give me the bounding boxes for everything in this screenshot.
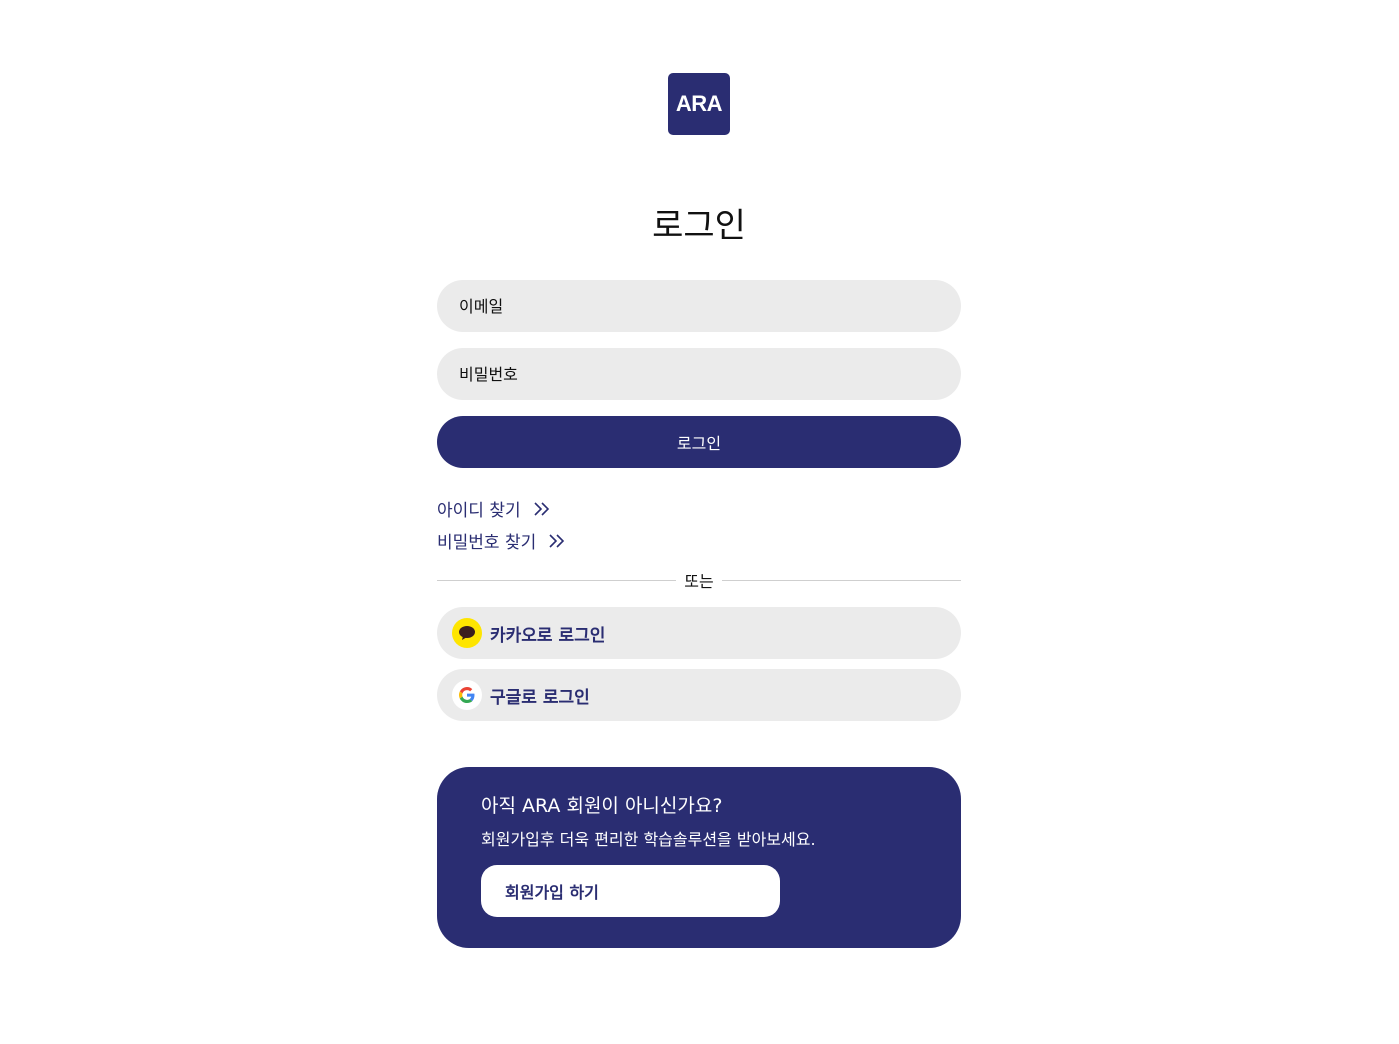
login-page: ARA 로그인 로그인 아이디 찾기 비밀번호 찾기 또는 카카오로 로그인	[0, 0, 1399, 1044]
signup-subtext: 회원가입후 더욱 편리한 학습솔루션을 받아보세요.	[481, 830, 816, 849]
signup-button[interactable]: 회원가입 하기	[481, 865, 780, 917]
google-login-button[interactable]: 구글로 로그인	[437, 669, 961, 721]
email-input[interactable]	[437, 280, 961, 332]
find-id-label: 아이디 찾기	[437, 501, 521, 521]
divider-line-left	[437, 579, 677, 581]
divider-line-right	[721, 579, 962, 581]
find-password-link[interactable]: 비밀번호 찾기	[437, 528, 566, 553]
password-input[interactable]	[437, 348, 961, 400]
ara-logo[interactable]: ARA	[668, 73, 730, 135]
divider-label: 또는	[684, 572, 714, 591]
kakao-icon	[452, 618, 482, 648]
google-login-label: 구글로 로그인	[490, 687, 590, 708]
find-password-label: 비밀번호 찾기	[437, 533, 537, 553]
login-button-label: 로그인	[676, 434, 722, 453]
double-chevron-right-icon	[534, 501, 549, 516]
find-id-link[interactable]: 아이디 찾기	[437, 496, 551, 521]
page-title: 로그인	[652, 206, 746, 246]
signup-heading: 아직 ARA 회원이 아니신가요?	[481, 795, 723, 817]
signup-promo-card: 아직 ARA 회원이 아니신가요? 회원가입후 더욱 편리한 학습솔루션을 받아…	[437, 767, 961, 948]
kakao-login-button[interactable]: 카카오로 로그인	[437, 607, 961, 659]
kakao-login-label: 카카오로 로그인	[490, 625, 606, 646]
double-chevron-right-icon	[549, 533, 565, 548]
login-button[interactable]: 로그인	[437, 416, 961, 468]
signup-button-label: 회원가입 하기	[505, 883, 599, 902]
google-icon	[452, 680, 482, 710]
or-divider: 또는	[437, 568, 962, 592]
